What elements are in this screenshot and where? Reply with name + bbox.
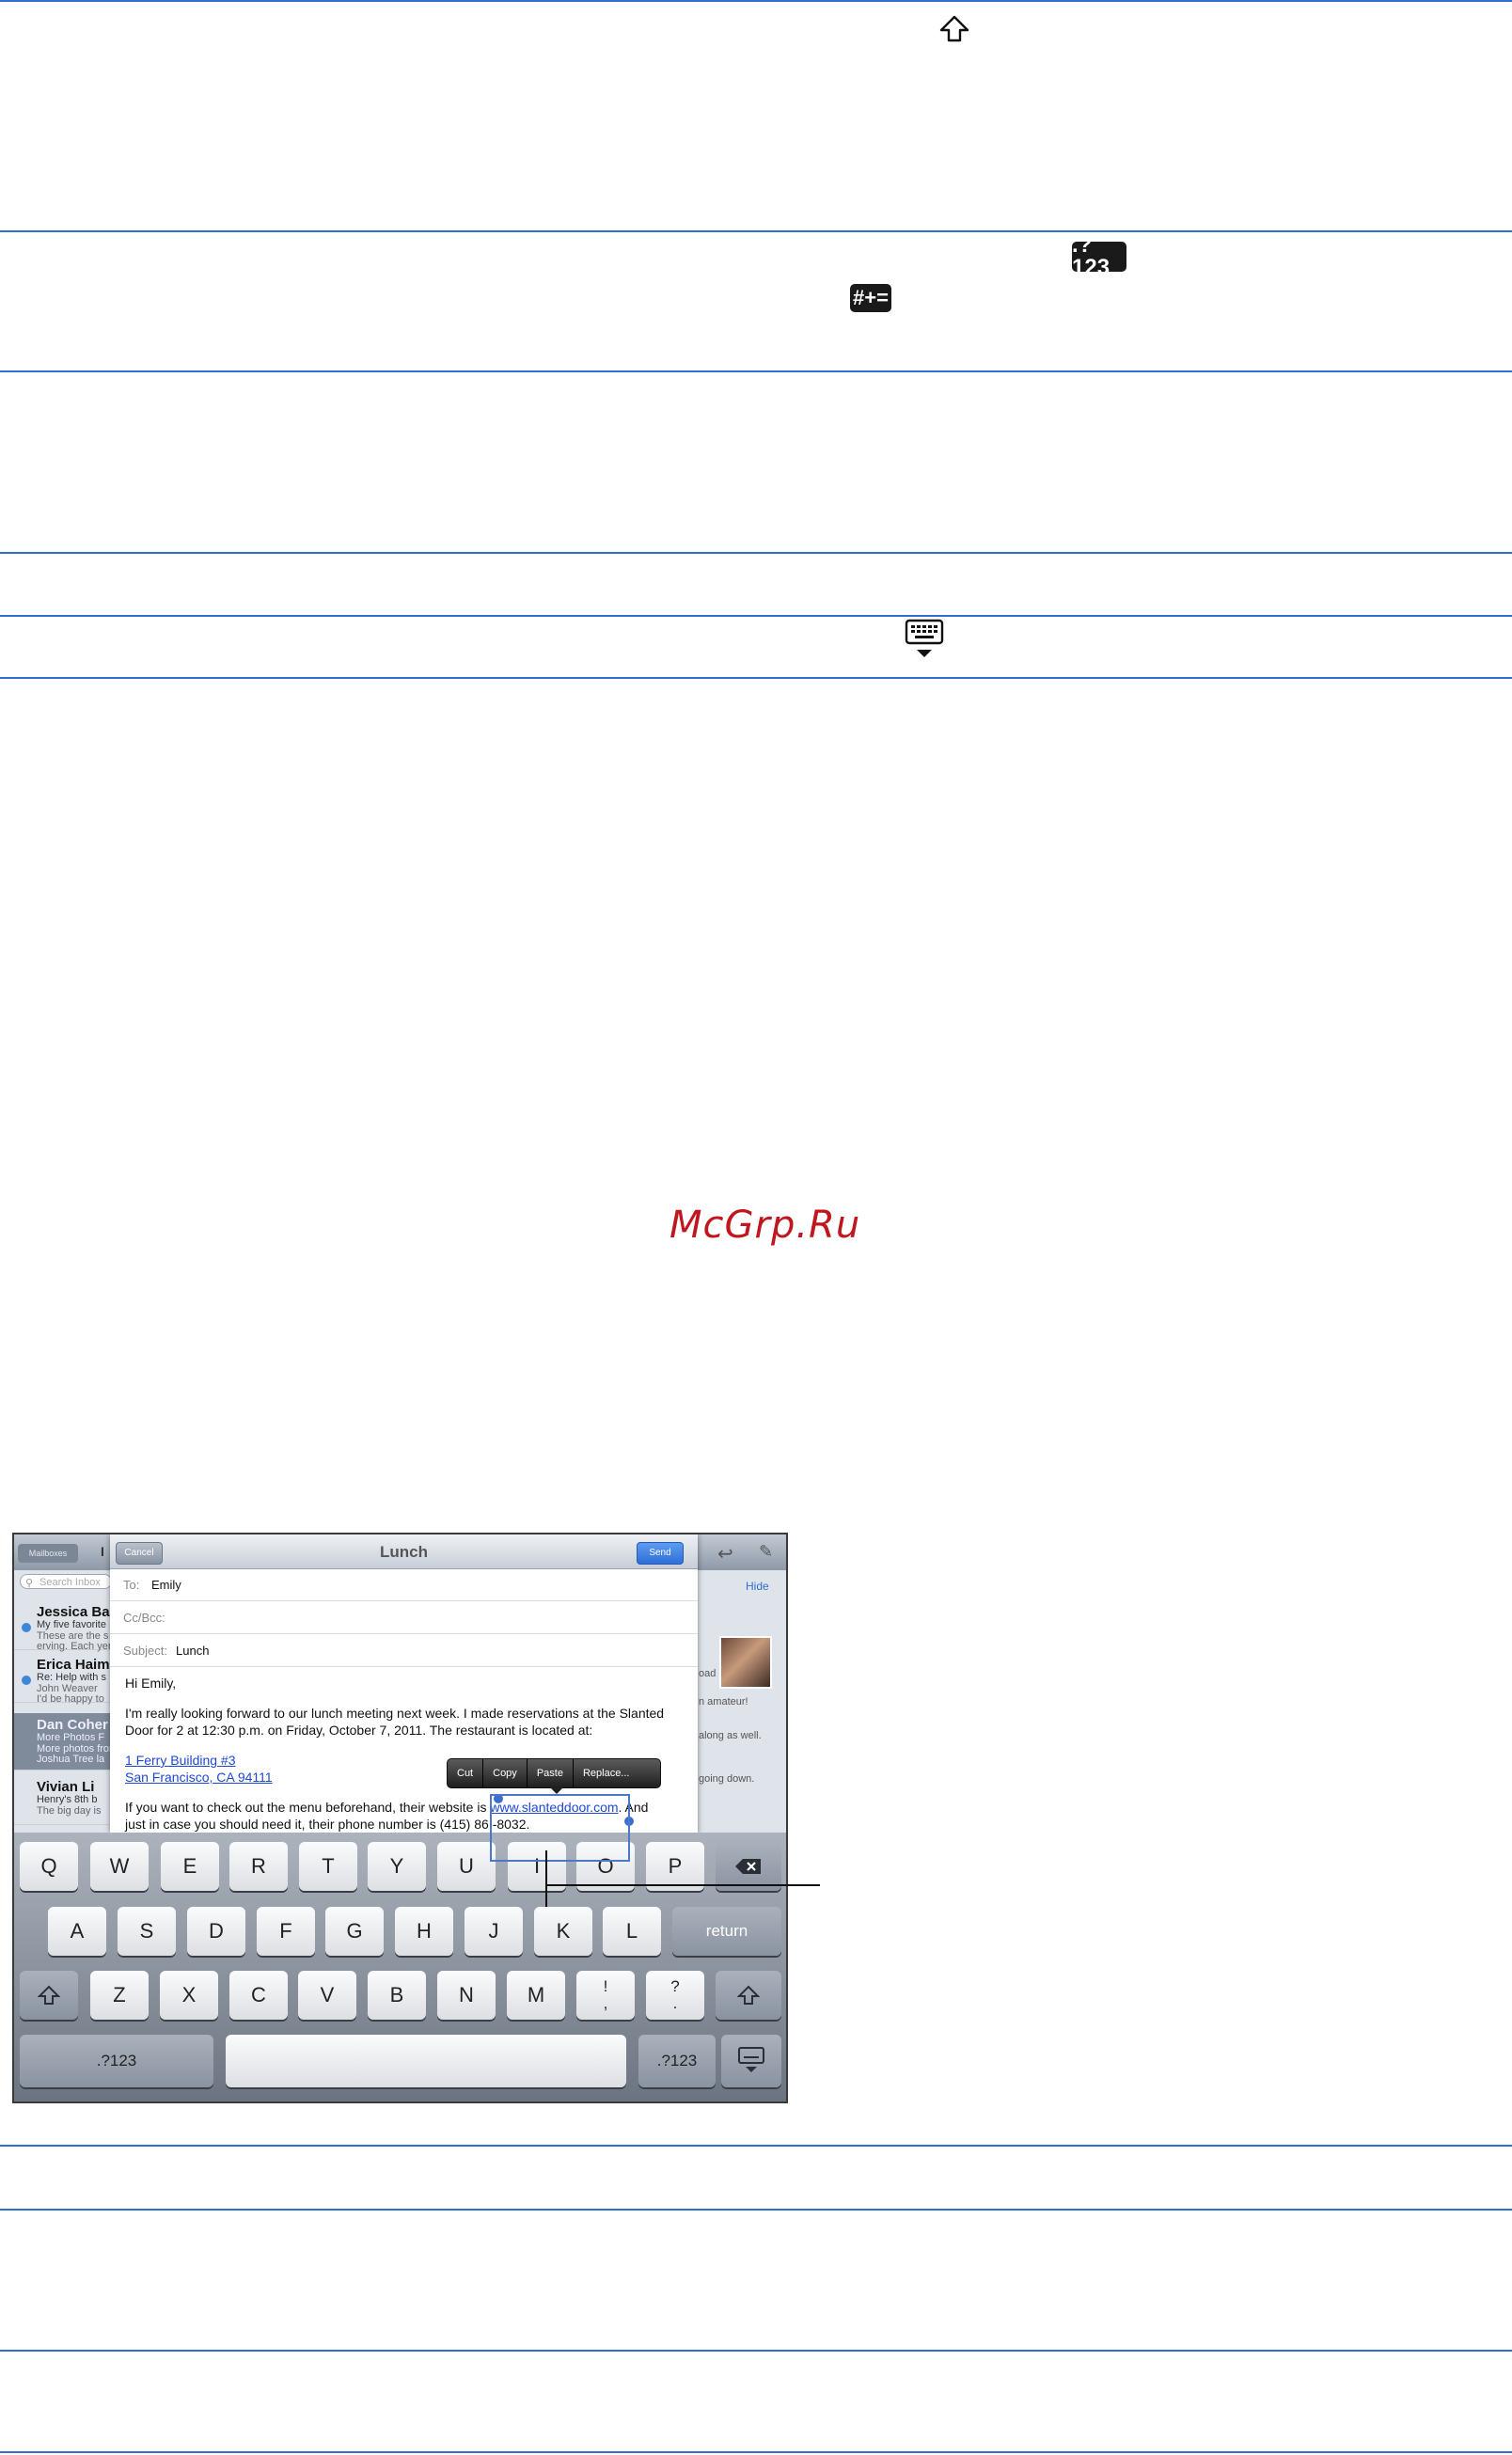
- shift-icon: [38, 1985, 60, 2005]
- section-rule: [0, 0, 1512, 2]
- key-y[interactable]: Y: [368, 1842, 426, 1891]
- key-k[interactable]: K: [534, 1907, 592, 1956]
- compose-title: Lunch: [380, 1543, 428, 1561]
- key-b[interactable]: B: [368, 1971, 426, 2020]
- key-x[interactable]: X: [160, 1971, 218, 2020]
- to-field[interactable]: To: Emily: [110, 1568, 698, 1601]
- subject-field[interactable]: Subject: Lunch: [110, 1634, 698, 1667]
- key-c[interactable]: C: [229, 1971, 288, 2020]
- section-rule: [0, 370, 1512, 372]
- reply-icon[interactable]: ↩: [717, 1542, 733, 1566]
- hide-keyboard-icon: [905, 619, 944, 657]
- key-n[interactable]: N: [437, 1971, 496, 2020]
- key-w[interactable]: W: [90, 1842, 149, 1891]
- message-snippet: n amateur!: [699, 1696, 748, 1707]
- hide-link[interactable]: Hide: [746, 1580, 769, 1593]
- cut-menu-item[interactable]: Cut: [448, 1759, 484, 1787]
- key-u[interactable]: U: [437, 1842, 496, 1891]
- key-a[interactable]: A: [48, 1907, 106, 1956]
- send-button[interactable]: Send: [637, 1542, 684, 1565]
- space-key[interactable]: [226, 2035, 626, 2087]
- body-line: just in case you should need it, their p…: [125, 1817, 530, 1832]
- list-item[interactable]: Vivian Li Henry's 8th b The big day is: [14, 1775, 118, 1825]
- ccbcc-field[interactable]: Cc/Bcc:: [110, 1601, 698, 1634]
- hide-keyboard-key[interactable]: [721, 2035, 781, 2087]
- shift-key-right[interactable]: [716, 1971, 781, 2020]
- key-f[interactable]: F: [257, 1907, 315, 1956]
- unread-dot-icon: [22, 1676, 31, 1685]
- compose-icon[interactable]: ✎: [759, 1542, 773, 1562]
- inbox-title-fragment: I: [101, 1544, 104, 1559]
- section-rule: [0, 2145, 1512, 2147]
- key-r[interactable]: R: [229, 1842, 288, 1891]
- ipad-keyboard-screenshot: Mailboxes I ⚲ Search Inbox Jessica Ba My…: [12, 1533, 788, 2103]
- numbers-key-badge: .?123: [1072, 234, 1126, 279]
- hide-keyboard-icon: [738, 2047, 764, 2072]
- search-input[interactable]: ⚲ Search Inbox: [20, 1574, 112, 1589]
- key-s[interactable]: S: [118, 1907, 176, 1956]
- search-icon: ⚲: [25, 1578, 34, 1589]
- paste-menu-item[interactable]: Paste: [528, 1759, 574, 1787]
- section-rule: [0, 552, 1512, 554]
- numbers-key-left[interactable]: .?123: [20, 2035, 213, 2087]
- mailboxes-button[interactable]: Mailboxes: [18, 1544, 78, 1563]
- address-link[interactable]: 1 Ferry Building #3: [125, 1753, 236, 1768]
- message-snippet: oad: [699, 1668, 717, 1679]
- shift-arrow-icon: [939, 15, 969, 42]
- key-m[interactable]: M: [507, 1971, 565, 2020]
- symbols-key-badge: #+=: [850, 284, 891, 312]
- section-rule: [0, 230, 1512, 232]
- section-rule: [0, 2350, 1512, 2352]
- edit-menu: Cut Copy Paste Replace...: [447, 1758, 661, 1788]
- body-line: Door for 2 at 12:30 p.m. on Friday, Octo…: [125, 1723, 593, 1738]
- key-j[interactable]: J: [465, 1907, 523, 1956]
- selection-box: [490, 1794, 630, 1862]
- section-rule: [0, 2209, 1512, 2211]
- section-rule: [0, 615, 1512, 617]
- key-z[interactable]: Z: [90, 1971, 149, 2020]
- replace-menu-item[interactable]: Replace...: [574, 1759, 639, 1787]
- list-item[interactable]: Dan Coher More Photos F More photos from…: [14, 1713, 118, 1770]
- message-snippet: along as well.: [699, 1730, 762, 1741]
- avatar: [719, 1636, 772, 1689]
- copy-menu-item[interactable]: Copy: [483, 1759, 528, 1787]
- compose-sheet: Cancel Lunch Send To: Emily Cc/Bcc: Subj…: [110, 1534, 698, 1833]
- return-key[interactable]: return: [672, 1907, 781, 1956]
- list-item[interactable]: Jessica Ba My five favorite These are th…: [14, 1600, 118, 1652]
- backspace-icon: [735, 1859, 761, 1874]
- message-snippet: going down.: [699, 1773, 755, 1785]
- key-q[interactable]: Q: [20, 1842, 78, 1891]
- key-l[interactable]: L: [603, 1907, 661, 1956]
- section-rule: [0, 2451, 1512, 2453]
- key-h[interactable]: H: [395, 1907, 453, 1956]
- key-d[interactable]: D: [187, 1907, 245, 1956]
- watermark: McGrp.Ru: [669, 1204, 861, 1247]
- question-period-key[interactable]: ? .: [646, 1971, 704, 2020]
- key-v[interactable]: V: [298, 1971, 356, 2020]
- numbers-key-right[interactable]: .?123: [638, 2035, 716, 2087]
- key-e[interactable]: E: [161, 1842, 219, 1891]
- body-line: I'm really looking forward to our lunch …: [125, 1706, 665, 1721]
- section-rule: [0, 677, 1512, 679]
- shift-key-left[interactable]: [20, 1971, 78, 2020]
- unread-dot-icon: [22, 1623, 31, 1632]
- key-g[interactable]: G: [325, 1907, 384, 1956]
- key-t[interactable]: T: [299, 1842, 357, 1891]
- shift-icon: [737, 1985, 760, 2005]
- list-item[interactable]: Erica Haim Re: Help with s John Weaver I…: [14, 1653, 118, 1705]
- callout-line: [545, 1884, 820, 1886]
- address-link[interactable]: San Francisco, CA 94111: [125, 1770, 273, 1785]
- greeting: Hi Emily,: [125, 1676, 177, 1691]
- callout-line: [545, 1850, 547, 1907]
- edit-menu-pointer: [549, 1786, 564, 1794]
- exclamation-comma-key[interactable]: ! ,: [576, 1971, 635, 2020]
